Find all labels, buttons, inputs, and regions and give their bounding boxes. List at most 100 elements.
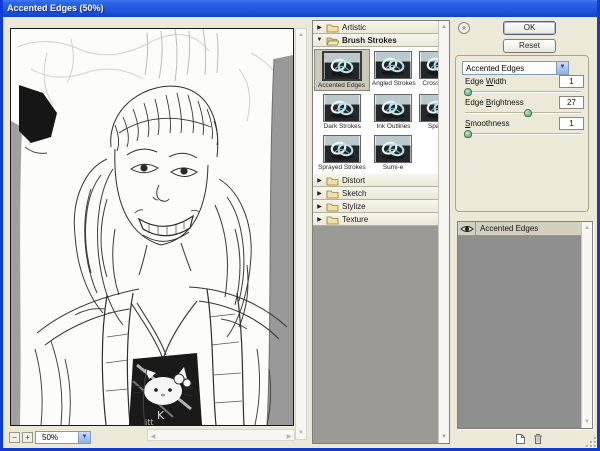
filter-thumbnail-image bbox=[322, 94, 361, 122]
filter-thumbnail-image bbox=[374, 94, 413, 122]
filter-thumb-label: Accented Edges bbox=[318, 82, 366, 89]
scroll-down-icon[interactable]: ▼ bbox=[296, 428, 306, 438]
edge-width-slider[interactable] bbox=[464, 88, 581, 96]
category-brush-strokes[interactable]: ▼ Brush Strokes bbox=[313, 34, 449, 47]
visibility-toggle[interactable] bbox=[458, 222, 476, 235]
folder-icon bbox=[326, 203, 339, 211]
chevron-right-icon: ▶ bbox=[317, 190, 322, 197]
category-sketch[interactable]: ▶ Sketch bbox=[313, 187, 449, 200]
effect-layer-label: Accented Edges bbox=[480, 224, 539, 233]
filter-thumb-label: Angled Strokes bbox=[371, 80, 416, 87]
filter-select-value: Accented Edges bbox=[466, 63, 525, 73]
filter-thumb-sumi-e[interactable]: Sumi-e bbox=[369, 134, 418, 172]
filter-thumb-angled-strokes[interactable]: Angled Strokes bbox=[369, 50, 418, 90]
smoothness-label: Smoothness bbox=[465, 119, 510, 128]
filter-thumbnail-grid: Accented Edges Angled Strokes Crosshatch… bbox=[313, 47, 449, 174]
effect-list-scrollbar[interactable]: ▲ ▼ bbox=[581, 222, 592, 428]
scroll-up-icon[interactable]: ▲ bbox=[439, 22, 449, 32]
sketch-preview-art: K itt bbox=[11, 29, 293, 425]
preview-vertical-scrollbar[interactable]: ▲ ▼ bbox=[295, 28, 307, 440]
slider-rail bbox=[465, 91, 581, 93]
edge-brightness-label: Edge Brightness bbox=[465, 98, 524, 107]
category-artistic[interactable]: ▶ Artistic bbox=[313, 21, 449, 34]
filter-thumb-ink-outlines[interactable]: Ink Outlines bbox=[369, 93, 418, 131]
category-stylize[interactable]: ▶ Stylize bbox=[313, 200, 449, 213]
zoom-in-button[interactable]: + bbox=[22, 431, 33, 443]
zoom-out-button[interactable]: − bbox=[9, 431, 20, 443]
trash-icon bbox=[533, 434, 542, 444]
scroll-right-icon[interactable]: ▶ bbox=[284, 432, 294, 442]
filter-thumb-label: Dark Strokes bbox=[323, 123, 361, 130]
edge-width-label: Edge Width bbox=[465, 77, 507, 86]
svg-text:K: K bbox=[157, 409, 165, 422]
collapse-panel-button[interactable]: « bbox=[458, 22, 470, 34]
preview-horizontal-scrollbar[interactable]: ◀ ▶ bbox=[147, 429, 295, 441]
chevron-right-icon: ▶ bbox=[317, 24, 322, 31]
chevron-down-icon[interactable]: ▼ bbox=[556, 62, 568, 74]
scroll-down-icon[interactable]: ▼ bbox=[439, 432, 449, 442]
category-distort[interactable]: ▶ Distort bbox=[313, 174, 449, 187]
chevron-right-icon: ▶ bbox=[317, 177, 322, 184]
filter-thumbnail-image bbox=[374, 135, 413, 163]
title-bar[interactable]: Accented Edges (50%) bbox=[3, 0, 597, 17]
collapse-chevrons-icon: « bbox=[459, 25, 469, 31]
window-title: Accented Edges (50%) bbox=[7, 3, 104, 13]
edge-width-input[interactable]: 1 bbox=[559, 75, 584, 88]
smoothness-slider[interactable] bbox=[464, 130, 581, 138]
filter-thumb-label: Sprayed Strokes bbox=[318, 164, 366, 171]
filter-thumb-label: Sumi-e bbox=[383, 164, 404, 171]
slider-thumb-1[interactable] bbox=[523, 109, 532, 117]
chevron-down-icon[interactable]: ▼ bbox=[78, 431, 90, 443]
scroll-left-icon[interactable]: ◀ bbox=[148, 432, 158, 442]
filter-thumbnail-image bbox=[322, 135, 361, 163]
filter-preview-image[interactable]: K itt bbox=[10, 28, 294, 426]
effect-layers-list: Accented Edges ▲ ▼ bbox=[457, 221, 593, 429]
category-label: Artistic bbox=[342, 22, 366, 32]
chevron-right-icon: ▶ bbox=[317, 203, 322, 210]
open-folder-icon bbox=[326, 37, 339, 45]
delete-effect-layer-button[interactable] bbox=[531, 433, 544, 445]
category-label: Texture bbox=[342, 214, 369, 224]
filter-list-scrollbar[interactable]: ▲ ▼ bbox=[438, 21, 449, 443]
filter-thumb-label: Ink Outlines bbox=[376, 123, 411, 130]
chevron-down-icon: ▼ bbox=[316, 37, 323, 43]
category-label: Distort bbox=[342, 175, 366, 185]
eye-icon bbox=[460, 225, 473, 232]
smoothness-input[interactable]: 1 bbox=[559, 117, 584, 130]
effect-layer-row[interactable]: Accented Edges bbox=[458, 222, 592, 236]
filter-thumbnail-image bbox=[374, 51, 413, 79]
reset-button[interactable]: Reset bbox=[503, 39, 556, 53]
filter-gallery-dialog: Accented Edges (50%) K itt ▲ ▼ ◀ ▶ − + 5… bbox=[0, 0, 600, 451]
folder-icon bbox=[326, 216, 339, 224]
chevron-right-icon: ▶ bbox=[317, 216, 322, 223]
slider-thumb-0[interactable] bbox=[464, 88, 473, 96]
filter-thumbnail-image bbox=[321, 51, 362, 81]
zoom-level-select[interactable]: 50% ▼ bbox=[35, 430, 91, 444]
edge-brightness-input[interactable]: 27 bbox=[559, 96, 584, 109]
zoom-controls: − + 50% ▼ bbox=[9, 430, 91, 444]
scroll-down-icon[interactable]: ▼ bbox=[582, 417, 592, 427]
svg-text:itt: itt bbox=[145, 418, 154, 425]
edge-brightness-slider[interactable] bbox=[465, 109, 581, 117]
filter-category-panel: ▶ Artistic ▼ Brush Strokes Accented Edge… bbox=[312, 20, 450, 444]
ok-button[interactable]: OK bbox=[503, 21, 556, 35]
slider-rail bbox=[465, 133, 581, 135]
filter-select-dropdown[interactable]: Accented Edges ▼ bbox=[462, 61, 569, 75]
folder-icon bbox=[326, 190, 339, 198]
folder-icon bbox=[326, 177, 339, 185]
zoom-level-value: 50% bbox=[42, 432, 59, 442]
category-texture[interactable]: ▶ Texture bbox=[313, 213, 449, 226]
scroll-up-icon[interactable]: ▲ bbox=[582, 223, 592, 233]
resize-grip[interactable] bbox=[584, 435, 596, 447]
scroll-up-icon[interactable]: ▲ bbox=[296, 30, 306, 40]
filter-thumb-accented-edges[interactable]: Accented Edges bbox=[314, 49, 370, 91]
new-effect-layer-button[interactable] bbox=[514, 433, 527, 445]
slider-thumb-2[interactable] bbox=[464, 130, 473, 138]
category-label: Brush Strokes bbox=[342, 35, 397, 45]
filter-thumb-dark-strokes[interactable]: Dark Strokes bbox=[315, 93, 369, 131]
folder-icon bbox=[326, 24, 339, 32]
filter-thumb-sprayed-strokes[interactable]: Sprayed Strokes bbox=[315, 134, 369, 172]
category-label: Sketch bbox=[342, 188, 367, 198]
new-layer-icon bbox=[516, 434, 525, 444]
category-label: Stylize bbox=[342, 201, 366, 211]
